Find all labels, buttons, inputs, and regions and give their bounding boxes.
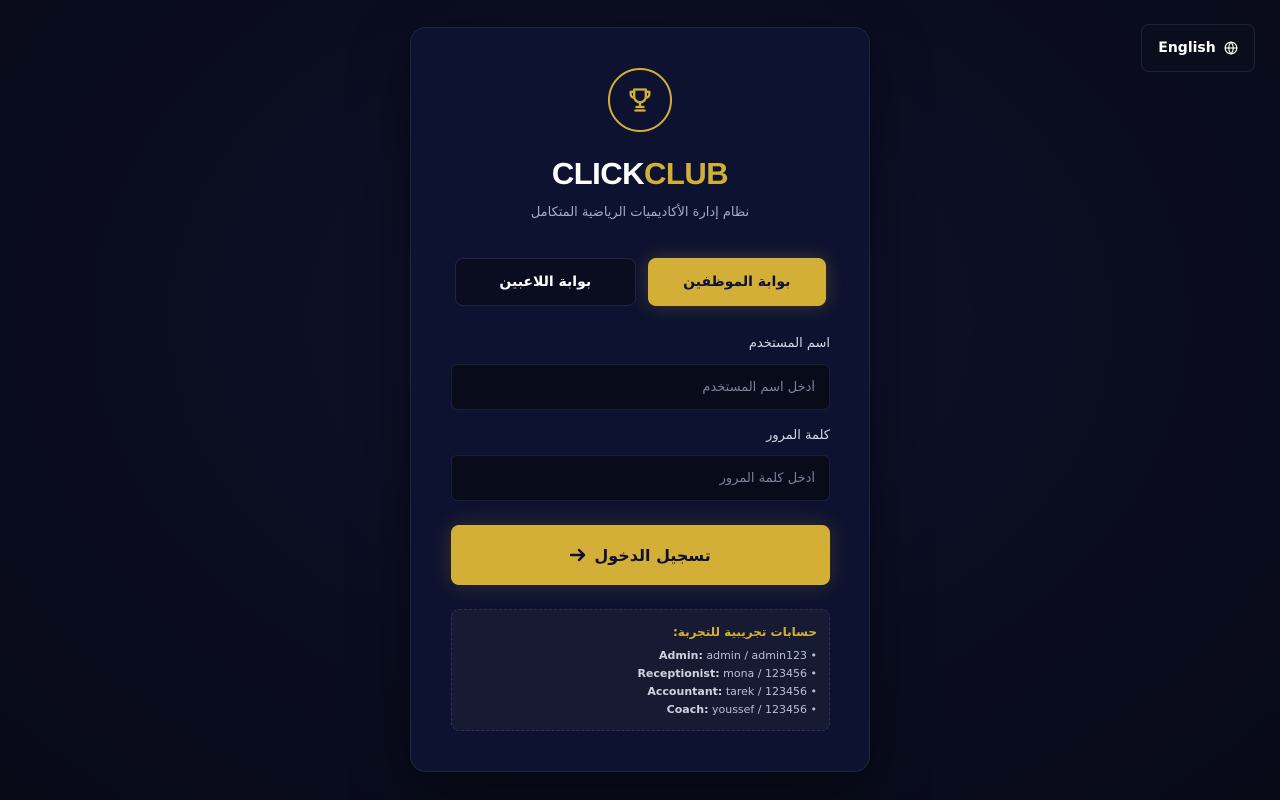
demo-account-credentials: mona / 123456	[723, 667, 807, 680]
demo-account-line: Accountant: tarek / 123456 •	[464, 683, 817, 701]
demo-account-role: Coach:	[666, 703, 709, 716]
tab-staff-portal[interactable]: بوابة الموظفين	[647, 258, 826, 306]
bullet: •	[810, 649, 818, 662]
demo-account-role: Admin:	[659, 649, 703, 662]
demo-account-credentials: youssef / 123456	[711, 703, 807, 716]
password-label: كلمة المرور	[766, 428, 830, 443]
bullet: •	[810, 685, 818, 698]
demo-accounts-box: حسابات تجريبية للتجربة: Admin: admin / a…	[451, 609, 830, 731]
username-input[interactable]	[451, 364, 830, 410]
demo-account-credentials: admin / admin123	[706, 649, 807, 662]
brand-name-part1: CLICK	[551, 156, 645, 191]
password-input[interactable]	[451, 455, 830, 501]
demo-account-line: Coach: youssef / 123456 •	[464, 701, 817, 719]
arrow-icon	[570, 548, 586, 562]
demo-account-line: Admin: admin / admin123 •	[464, 647, 817, 665]
trophy-badge	[608, 68, 672, 132]
demo-account-role: Receptionist:	[637, 667, 720, 680]
demo-account-role: Accountant:	[647, 685, 723, 698]
portal-tabs: بوابة الموظفين بوابة اللاعبين	[455, 258, 826, 306]
brand-subtitle: نظام إدارة الأكاديميات الرياضية المتكامل	[530, 205, 750, 220]
brand-logo: CLICKCLUB	[411, 154, 869, 194]
login-button-label: تسجيل الدخول	[594, 545, 711, 565]
login-button[interactable]: تسجيل الدخول	[451, 525, 830, 585]
trophy-icon	[629, 88, 651, 112]
tab-players-portal[interactable]: بوابة اللاعبين	[455, 258, 636, 306]
bullet: •	[810, 703, 818, 716]
bullet: •	[810, 667, 818, 680]
language-switch-button[interactable]: English	[1141, 24, 1255, 72]
username-label: اسم المستخدم	[748, 336, 830, 351]
demo-account-line: Receptionist: mona / 123456 •	[464, 665, 817, 683]
login-card: CLICKCLUB نظام إدارة الأكاديميات الرياضي…	[410, 27, 870, 772]
demo-account-credentials: tarek / 123456	[725, 685, 807, 698]
globe-icon	[1224, 41, 1238, 55]
demo-accounts-title: حسابات تجريبية للتجربة:	[673, 625, 817, 639]
language-switch-label: English	[1158, 40, 1216, 56]
brand-name-part2: CLUB	[644, 156, 729, 191]
